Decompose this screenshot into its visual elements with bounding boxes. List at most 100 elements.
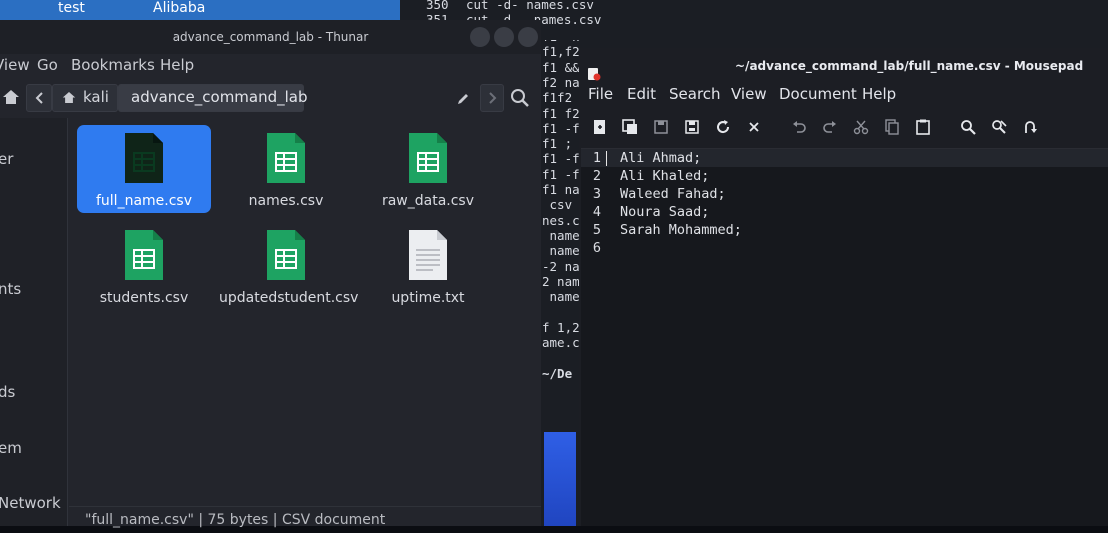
line-number: 1 <box>592 150 601 166</box>
reload-icon[interactable] <box>714 118 732 136</box>
terminal-text-fragment: ~/De <box>542 365 573 381</box>
location-toolbar: kali advance_command_lab <box>0 82 541 114</box>
menu-view[interactable]: View <box>0 56 30 74</box>
sidebar-item-network[interactable]: Network <box>0 494 61 512</box>
terminal-text-fragment: f1,f2 <box>542 44 580 60</box>
back-button[interactable] <box>26 84 52 112</box>
copy-icon[interactable] <box>883 118 901 136</box>
home-icon <box>62 92 76 103</box>
editor-line[interactable]: 5 Sarah Mohammed; <box>581 221 1108 239</box>
undo-icon[interactable] <box>790 118 808 136</box>
line-number: 3 <box>592 186 601 202</box>
menu-bookmarks[interactable]: Bookmarks <box>71 56 155 74</box>
file-item[interactable]: full_name.csv <box>77 125 211 213</box>
menu-file[interactable]: File <box>588 85 613 103</box>
sidebar-item[interactable]: em <box>0 439 22 457</box>
terminal-text-fragment: name <box>542 227 580 243</box>
thunar-window[interactable]: advance_command_lab - Thunar View Go Boo… <box>0 20 541 528</box>
desktop-background <box>544 432 576 526</box>
find-icon[interactable] <box>959 118 977 136</box>
terminal-text-fragment: f1 f2 <box>542 105 580 121</box>
text-editor[interactable]: 1 Ali Ahmad; 2 Ali Khaled; 3 Waleed Fahad; 4 No… <box>581 148 1108 526</box>
mousepad-toolbar <box>579 114 1108 140</box>
thunar-titlebar[interactable]: advance_command_lab - Thunar <box>0 20 541 54</box>
line-number: 4 <box>592 204 601 220</box>
menu-search[interactable]: Search <box>669 85 721 103</box>
forward-button[interactable] <box>480 84 504 112</box>
path-button-kali[interactable]: kali <box>52 84 118 112</box>
spreadsheet-file-icon <box>409 133 447 183</box>
terminal-text-fragment: -2 na <box>542 258 580 274</box>
line-number: 5 <box>592 222 601 238</box>
sidebar-item[interactable]: ds <box>0 383 15 401</box>
terminal-text-fragment: nes.c <box>542 212 580 228</box>
line-text: Noura Saad; <box>620 204 710 220</box>
topbar-right-label: Alibaba <box>153 0 206 16</box>
save-as-icon[interactable] <box>683 118 701 136</box>
editor-line[interactable]: 1 Ali Ahmad; <box>581 149 1108 167</box>
file-item[interactable]: updatedstudent.csv <box>219 222 358 310</box>
menu-help[interactable]: Help <box>160 56 194 74</box>
mousepad-window[interactable]: ~/advance_command_lab/full_name.csv - Mo… <box>579 48 1108 526</box>
new-document-icon[interactable] <box>591 118 609 136</box>
menu-document[interactable]: Document <box>779 85 857 103</box>
terminal-text-fragment: f1 ; <box>542 136 573 152</box>
spreadsheet-file-icon <box>125 230 163 280</box>
find-replace-icon[interactable] <box>990 118 1008 136</box>
sidebar-item[interactable]: er <box>0 150 13 168</box>
menu-edit[interactable]: Edit <box>627 85 656 103</box>
text-cursor <box>606 151 607 166</box>
terminal-text-fragment: f1f2 <box>542 90 573 106</box>
editor-line[interactable]: 2 Ali Khaled; <box>581 167 1108 185</box>
file-name: uptime.txt <box>391 290 465 306</box>
redo-icon[interactable] <box>821 118 839 136</box>
menu-go[interactable]: Go <box>37 56 58 74</box>
terminal-text-fragment: ame.c <box>542 335 580 350</box>
path-button-current[interactable]: advance_command_lab <box>118 84 308 112</box>
menu-view[interactable]: View <box>731 85 767 103</box>
file-name: raw_data.csv <box>381 193 475 209</box>
line-text: Ali Ahmad; <box>620 150 702 166</box>
sidebar-item[interactable]: nts <box>0 280 21 298</box>
file-icon-view[interactable]: full_name.csv names.csv raw_data.csvstuden… <box>69 118 541 504</box>
minimize-button[interactable] <box>470 27 490 47</box>
terminal-text-fragment: name <box>542 243 580 259</box>
places-sidebar: er nts ds em Network <box>0 118 68 526</box>
cut-icon[interactable] <box>852 118 870 136</box>
terminal-text-fragment: f1 -f <box>542 120 580 136</box>
background-window-bar: test Alibaba <box>0 0 400 20</box>
mousepad-titlebar[interactable]: ~/advance_command_lab/full_name.csv - Mo… <box>579 48 1108 82</box>
goto-icon[interactable] <box>1021 118 1039 136</box>
terminal-text-fragment: f1 && <box>542 59 580 75</box>
line-number: 6 <box>592 240 601 256</box>
save-icon[interactable] <box>652 118 670 136</box>
terminal-text-fragment: f1 -f <box>542 151 580 167</box>
terminal-text-fragment: f1 na <box>542 182 580 197</box>
menubar: File Edit Search View Document Help <box>579 84 1108 108</box>
search-icon[interactable] <box>510 88 530 112</box>
menu-help[interactable]: Help <box>862 85 896 103</box>
spreadsheet-file-icon <box>267 230 305 280</box>
file-item[interactable]: raw_data.csv <box>361 125 495 213</box>
spreadsheet-file-icon <box>267 133 305 183</box>
editor-line[interactable]: 3 Waleed Fahad; <box>581 185 1108 203</box>
maximize-button[interactable] <box>494 27 514 47</box>
close-icon[interactable] <box>745 118 763 136</box>
topbar-left-label: test <box>58 0 85 16</box>
home-icon[interactable] <box>2 89 20 109</box>
file-item[interactable]: uptime.txt <box>361 222 495 310</box>
path-label: kali <box>83 88 109 106</box>
window-title: ~/advance_command_lab/full_name.csv - Mo… <box>735 59 1084 73</box>
file-item[interactable]: names.csv <box>219 125 353 213</box>
edit-location-icon[interactable] <box>456 91 470 110</box>
file-name: students.csv <box>99 290 189 306</box>
path-label: advance_command_lab <box>131 88 308 106</box>
new-window-icon[interactable] <box>621 118 639 136</box>
close-button[interactable] <box>518 27 538 47</box>
terminal-text-fragment: csv <box>542 197 573 213</box>
editor-line[interactable]: 4 Noura Saad; <box>581 203 1108 221</box>
paste-icon[interactable] <box>914 118 932 136</box>
editor-line[interactable]: 6 <box>581 239 1108 257</box>
line-text: Waleed Fahad; <box>620 186 726 202</box>
file-item[interactable]: students.csv <box>77 222 211 310</box>
